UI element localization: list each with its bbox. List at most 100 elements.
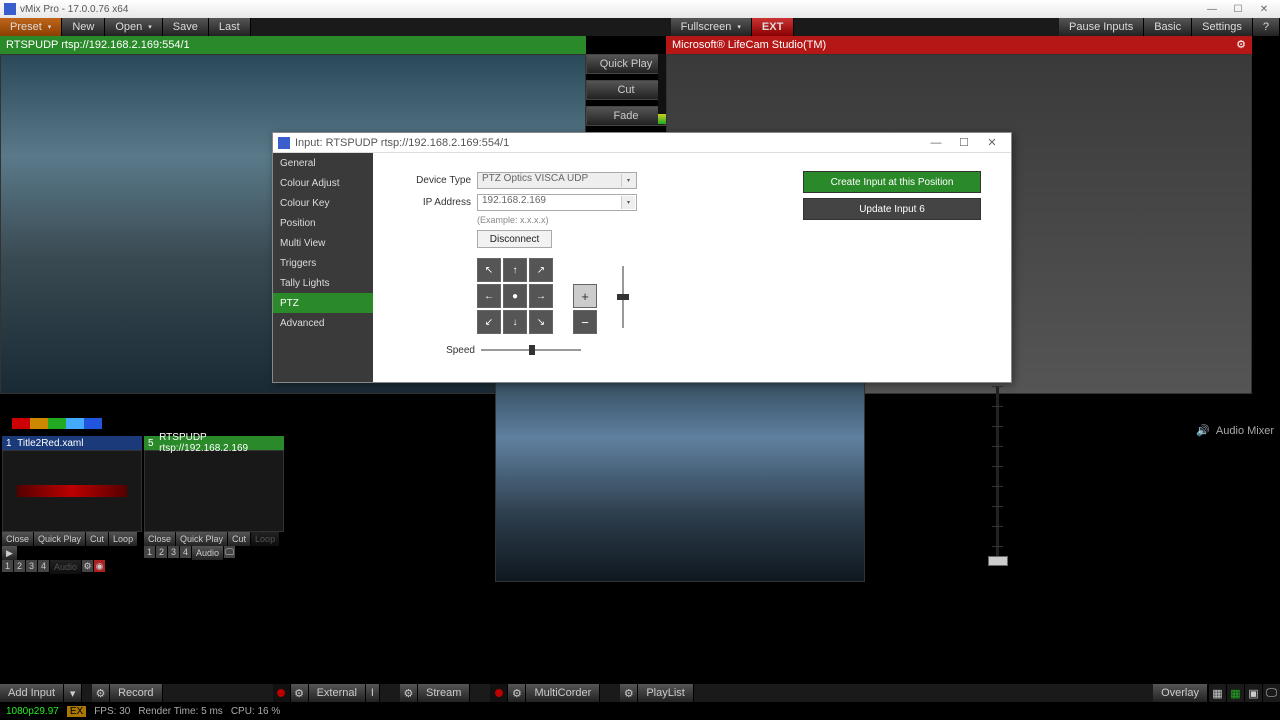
tab-general[interactable]: General xyxy=(273,153,373,173)
ptz-up-button[interactable]: ↑ xyxy=(503,258,527,282)
thumb-overlay-2[interactable]: 2 xyxy=(14,560,26,572)
layout-grid-icon[interactable]: ▦ xyxy=(1208,684,1226,702)
new-button[interactable]: New xyxy=(62,18,105,36)
layout-box-icon[interactable]: ▣ xyxy=(1244,684,1262,702)
external-indicator[interactable] xyxy=(273,684,291,702)
ip-address-input[interactable]: 192.168.2.169 ▾ xyxy=(477,194,637,211)
swatch-green[interactable] xyxy=(48,418,66,429)
layout-grid2-icon[interactable]: ▦ xyxy=(1226,684,1244,702)
ptz-left-button[interactable]: ← xyxy=(477,284,501,308)
thumb-overlay-4[interactable]: 4 xyxy=(38,560,50,572)
tab-advanced[interactable]: Advanced xyxy=(273,313,373,333)
swatch-red[interactable] xyxy=(12,418,30,429)
thumb-cut-button[interactable]: Cut xyxy=(86,532,109,546)
pause-inputs-button[interactable]: Pause Inputs xyxy=(1059,18,1144,36)
thumb-overlay-1[interactable]: 1 xyxy=(2,560,14,572)
dialog-minimize-button[interactable]: — xyxy=(922,134,950,152)
update-input-button[interactable]: Update Input 6 xyxy=(803,198,981,220)
zoom-slider[interactable] xyxy=(617,266,629,328)
playlist-button[interactable]: PlayList xyxy=(638,684,694,702)
swatch-orange[interactable] xyxy=(30,418,48,429)
program-settings-gear-icon[interactable]: ⚙ xyxy=(1236,36,1246,54)
thumb-header[interactable]: 1 Title2Red.xaml xyxy=(2,436,142,450)
thumb-overlay-4[interactable]: 4 xyxy=(180,546,192,558)
save-button[interactable]: Save xyxy=(163,18,209,36)
thumb-gear-icon[interactable]: ⚙ xyxy=(82,560,94,572)
zoom-out-button[interactable]: − xyxy=(573,310,597,334)
thumb-quickplay-button[interactable]: Quick Play xyxy=(176,532,228,546)
thumb-preview-icon[interactable]: ◉ xyxy=(94,560,106,572)
thumb-close-button[interactable]: Close xyxy=(2,532,34,546)
tab-ptz[interactable]: PTZ xyxy=(273,293,373,313)
preset-button[interactable]: Preset▾ xyxy=(0,18,62,36)
ptz-down-button[interactable]: ↓ xyxy=(503,310,527,334)
thumb-audio-button[interactable]: Audio xyxy=(50,560,82,574)
ext-button[interactable]: EXT xyxy=(752,18,794,36)
last-button[interactable]: Last xyxy=(209,18,251,36)
ptz-down-right-button[interactable]: ↘ xyxy=(529,310,553,334)
external-info-button[interactable]: I xyxy=(366,684,380,702)
external-gear-icon[interactable]: ⚙ xyxy=(291,684,309,702)
audio-mixer-toggle[interactable]: 🔊 Audio Mixer xyxy=(1196,424,1274,437)
window-close-button[interactable]: ✕ xyxy=(1252,2,1276,16)
swatch-blue[interactable] xyxy=(84,418,102,429)
dialog-close-button[interactable]: ✕ xyxy=(978,134,1006,152)
thumb-loop-button[interactable]: Loop xyxy=(109,532,138,546)
stream-gear-icon[interactable]: ⚙ xyxy=(400,684,418,702)
tab-colour-key[interactable]: Colour Key xyxy=(273,193,373,213)
device-type-dropdown[interactable]: PTZ Optics VISCA UDP ▾ xyxy=(477,172,637,189)
thumb-close-button[interactable]: Close xyxy=(144,532,176,546)
speed-slider[interactable] xyxy=(481,342,581,358)
tab-tally[interactable]: Tally Lights xyxy=(273,273,373,293)
thumb-preview[interactable] xyxy=(144,450,284,532)
thumb-header[interactable]: 5 RTSPUDP rtsp://192.168.2.169 xyxy=(144,436,284,450)
dialog-maximize-button[interactable]: ☐ xyxy=(950,134,978,152)
fullscreen-button[interactable]: Fullscreen▾ xyxy=(671,18,752,36)
ptz-home-button[interactable]: ● xyxy=(503,284,527,308)
thumb-overlay-2[interactable]: 2 xyxy=(156,546,168,558)
multicorder-indicator[interactable] xyxy=(490,684,508,702)
layout-monitor-icon[interactable]: 🖵 xyxy=(1262,684,1280,702)
thumb-monitor-icon[interactable]: 🖵 xyxy=(224,546,236,558)
thumb-overlay-1[interactable]: 1 xyxy=(144,546,156,558)
ptz-right-button[interactable]: → xyxy=(529,284,553,308)
tab-multiview[interactable]: Multi View xyxy=(273,233,373,253)
tab-triggers[interactable]: Triggers xyxy=(273,253,373,273)
thumb-cut-button[interactable]: Cut xyxy=(228,532,251,546)
tab-position[interactable]: Position xyxy=(273,213,373,233)
multicorder-gear-icon[interactable]: ⚙ xyxy=(508,684,526,702)
ptz-up-right-button[interactable]: ↗ xyxy=(529,258,553,282)
add-input-button[interactable]: Add Input xyxy=(0,684,64,702)
ptz-up-left-button[interactable]: ↖ xyxy=(477,258,501,282)
fader-handle[interactable] xyxy=(988,556,1008,566)
thumb-overlay-3[interactable]: 3 xyxy=(26,560,38,572)
window-minimize-button[interactable]: — xyxy=(1200,2,1224,16)
multicorder-button[interactable]: MultiCorder xyxy=(526,684,600,702)
create-input-button[interactable]: Create Input at this Position xyxy=(803,171,981,193)
thumb-loop-button[interactable]: Loop xyxy=(251,532,280,546)
thumb-preview[interactable] xyxy=(2,450,142,532)
stream-button[interactable]: Stream xyxy=(418,684,470,702)
tab-colour-adjust[interactable]: Colour Adjust xyxy=(273,173,373,193)
thumb-overlay-3[interactable]: 3 xyxy=(168,546,180,558)
ptz-down-left-button[interactable]: ↙ xyxy=(477,310,501,334)
zoom-in-button[interactable]: + xyxy=(573,284,597,308)
basic-button[interactable]: Basic xyxy=(1144,18,1192,36)
add-input-caret-icon[interactable]: ▾ xyxy=(64,684,82,702)
swatch-cyan[interactable] xyxy=(66,418,84,429)
quick-play-button[interactable]: Quick Play xyxy=(586,54,666,74)
fade-button[interactable]: Fade xyxy=(586,106,666,126)
master-fader[interactable] xyxy=(988,386,1008,566)
external-button[interactable]: External xyxy=(309,684,366,702)
cut-button[interactable]: Cut xyxy=(586,80,666,100)
overlay-button[interactable]: Overlay xyxy=(1153,684,1208,702)
thumb-quickplay-button[interactable]: Quick Play xyxy=(34,532,86,546)
help-button[interactable]: ? xyxy=(1253,18,1280,36)
settings-gear-icon[interactable]: ⚙ xyxy=(92,684,110,702)
disconnect-button[interactable]: Disconnect xyxy=(477,230,552,248)
settings-button[interactable]: Settings xyxy=(1192,18,1253,36)
window-maximize-button[interactable]: ☐ xyxy=(1226,2,1250,16)
thumb-audio-button[interactable]: Audio xyxy=(192,546,224,560)
thumb-play-icon[interactable]: ▶ xyxy=(2,546,18,560)
record-button[interactable]: Record xyxy=(110,684,162,702)
